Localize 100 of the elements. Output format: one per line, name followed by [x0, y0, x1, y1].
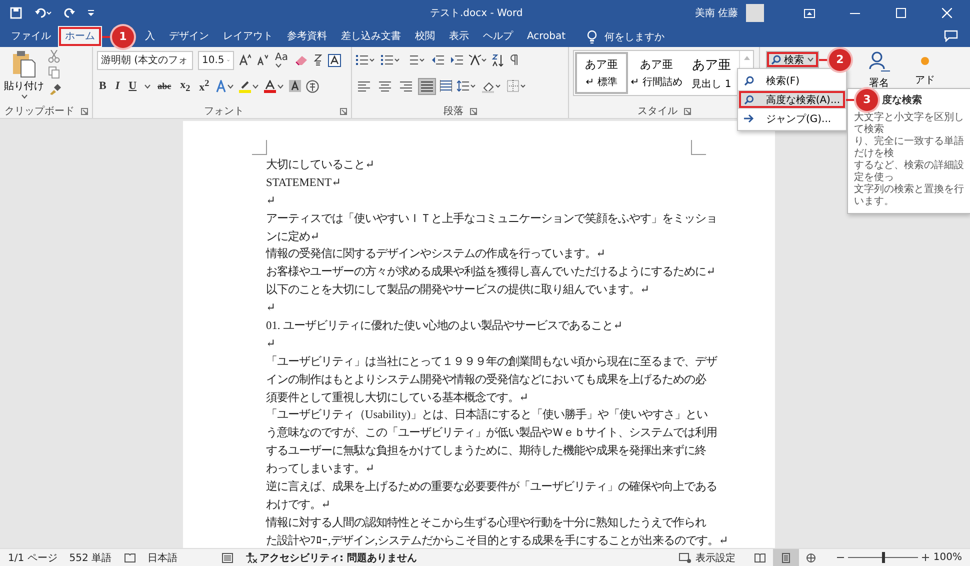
lightbulb-icon[interactable] [586, 30, 597, 44]
format-button[interactable]: U [126, 80, 139, 92]
macro-recording-icon[interactable] [222, 552, 233, 562]
dialog-launcher-icon[interactable] [684, 108, 690, 114]
grow-font-icon[interactable] [239, 54, 251, 66]
menu-item[interactable]: 検索(F) [738, 71, 846, 90]
document-text-line: STATEMENT↵ [266, 176, 342, 191]
numbered-list-icon[interactable] [381, 54, 401, 66]
step-number-badge: 3 [856, 88, 878, 110]
format-button[interactable]: B [97, 80, 108, 92]
format-button[interactable]: abc [156, 81, 174, 91]
font-size-field[interactable]: 10.5 [198, 50, 234, 70]
group-label: フォント [204, 105, 244, 118]
zoom-level[interactable]: 100% [933, 552, 962, 563]
ribbon-display-icon[interactable] [804, 8, 814, 18]
customize-icon[interactable] [88, 9, 94, 17]
eraser-icon[interactable] [294, 54, 308, 66]
ribbon-tab[interactable]: 校閲 [408, 26, 442, 47]
page-count[interactable]: 1/1 ページ [8, 550, 58, 564]
zoom-slider-thumb[interactable] [882, 552, 886, 563]
maximize-icon[interactable] [896, 8, 906, 18]
tooltip-text: り、完全に一致する単語だけを検 [854, 136, 965, 160]
increase-indent-icon[interactable] [450, 54, 464, 66]
distributed-icon[interactable] [440, 80, 452, 92]
character-shading-icon[interactable] [289, 80, 302, 92]
ribbon-tab[interactable]: 参考資料 [280, 26, 334, 47]
save-icon[interactable] [10, 7, 22, 19]
enclosed-character-icon[interactable] [306, 80, 320, 92]
ribbon-tab[interactable]: デザイン [162, 26, 216, 47]
shading-icon[interactable] [482, 80, 502, 92]
view-button[interactable] [773, 549, 800, 566]
menu-item[interactable]: 高度な検索(A)... [738, 90, 846, 109]
paragraph-mark-icon[interactable] [509, 54, 519, 66]
paste-button[interactable]: 貼り付け [4, 50, 44, 104]
word-count[interactable]: 552 単語 [69, 550, 112, 564]
ribbon-tab[interactable]: ホーム [58, 26, 102, 47]
paintbrush-icon[interactable] [48, 82, 61, 95]
text-effects-icon[interactable] [216, 80, 234, 92]
decrease-indent-icon[interactable] [431, 54, 445, 66]
tooltip-text: 大文字と小文字を区別して検索 [854, 112, 965, 136]
step-number-badge: 2 [829, 48, 851, 70]
menu-item[interactable]: ジャンプ(G)... [738, 109, 846, 128]
phonetic-guide-icon[interactable] [312, 54, 323, 66]
tell-me-field[interactable]: 何をしますか [604, 30, 665, 44]
caret-icon[interactable] [20, 94, 28, 99]
ribbon-tab[interactable]: Acrobat [520, 26, 573, 47]
search-button[interactable]: 検索 [766, 51, 819, 68]
bullet-list-icon[interactable] [356, 54, 376, 66]
line-spacing-icon[interactable] [457, 80, 477, 92]
comment-icon[interactable] [944, 30, 958, 42]
zoom-in-icon[interactable] [922, 554, 930, 561]
align-right-icon[interactable] [400, 80, 412, 92]
ribbon-tab[interactable]: 入 [138, 26, 162, 47]
highlighter-icon[interactable] [239, 80, 260, 92]
window-title: テスト.docx - Word [430, 7, 524, 20]
align-center-icon[interactable] [379, 80, 391, 92]
ribbon-tab[interactable]: ファイル [4, 26, 58, 47]
dialog-launcher-icon[interactable] [470, 108, 476, 114]
sort-icon[interactable] [492, 54, 504, 66]
caret-icon[interactable] [275, 63, 282, 68]
caret-icon[interactable] [144, 84, 151, 88]
borders-icon[interactable] [507, 80, 527, 92]
search-icon[interactable] [771, 54, 781, 64]
redo-icon[interactable] [64, 7, 76, 19]
caret-icon[interactable] [807, 57, 814, 62]
dialog-launcher-icon[interactable] [340, 108, 347, 114]
accessibility-icon[interactable] [244, 552, 257, 563]
change-case-button[interactable]: Aa [273, 52, 290, 68]
shrink-font-icon[interactable] [256, 54, 268, 66]
search-icon [744, 94, 754, 104]
document-text-line: わけです。↵ [266, 498, 332, 513]
zoom-out-icon[interactable] [837, 554, 844, 561]
format-button[interactable]: x$^{2}$ [197, 78, 212, 94]
display-settings-icon[interactable] [679, 552, 692, 562]
tooltip-title: 度な検索 [882, 93, 923, 107]
character-border-icon[interactable] [328, 54, 341, 66]
close-icon[interactable] [942, 8, 952, 18]
language-indicator[interactable]: 日本語 [148, 550, 178, 564]
ribbon-tab[interactable]: ヘルプ [476, 26, 520, 47]
ribbon-tab[interactable]: 表示 [442, 26, 476, 47]
font-color-icon[interactable] [264, 80, 284, 92]
format-button[interactable]: I [113, 80, 122, 92]
format-button[interactable]: x$_{2}$ [178, 78, 192, 94]
accessibility-status[interactable]: アクセシビリティ: 問題ありません [260, 550, 418, 564]
font-name-field[interactable]: 游明朝 (本文のフォ [97, 50, 193, 70]
align-left-icon[interactable] [358, 80, 370, 92]
asian-layout-icon[interactable] [469, 54, 487, 66]
document-text-line: 大切にしていること↵ [266, 158, 376, 173]
document-text-line: 情報に対する人間の認知特性とそこから生ずる心理や行動を十分に熟知したうえで作られ [266, 515, 707, 531]
undo-icon[interactable] [34, 7, 52, 19]
ribbon-tab[interactable]: レイアウト [216, 26, 280, 47]
style-item[interactable]: あア亜 ↵ 標準 [574, 51, 629, 95]
copy-icon[interactable] [48, 66, 60, 79]
scissors-icon[interactable] [48, 50, 60, 63]
proofing-book-icon[interactable] [124, 552, 136, 562]
justify-button[interactable] [421, 80, 433, 92]
dialog-launcher-icon[interactable] [80, 108, 88, 114]
ribbon-tab[interactable]: 差し込み文書 [334, 26, 408, 47]
display-settings-button[interactable]: 表示設定 [695, 550, 736, 564]
add-in-button[interactable]: アド [903, 51, 947, 89]
